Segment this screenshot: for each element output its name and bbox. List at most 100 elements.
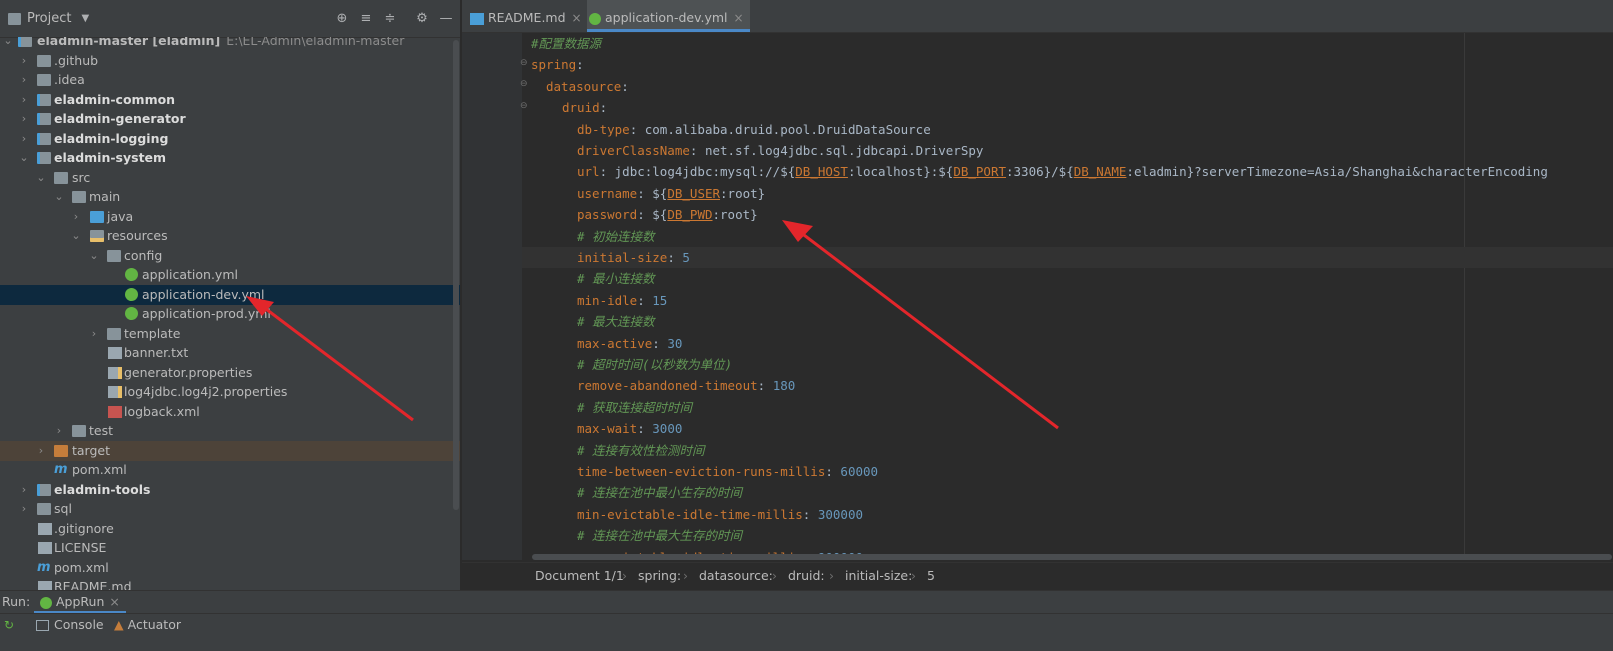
tree-item[interactable]: application-prod.yml [0,304,460,324]
editor-tabs: README.md × application-dev.yml × [462,0,1613,33]
breadcrumb-item[interactable]: initial-size: [845,563,912,589]
chevron-right-icon[interactable]: › [18,129,30,149]
tab-label: application-dev.yml [605,10,728,25]
tab-readme[interactable]: README.md × [470,0,582,32]
tree-item-selected[interactable]: application-dev.yml [0,284,460,305]
tree-item[interactable]: › java [0,207,460,227]
tree-item[interactable]: generator.properties [0,363,460,383]
yaml-number: 3000 [652,421,683,437]
breadcrumb-item[interactable]: spring: [638,563,681,589]
code-line: 12# 最小连接数 [522,268,1613,289]
chevron-right-icon[interactable]: › [70,207,82,227]
tree-item[interactable]: ⌄ resources [0,226,460,246]
breadcrumb-item[interactable]: Document 1/1 [535,563,624,589]
tree-item[interactable]: ⌄ eladmin-system [0,148,460,168]
yaml-number: 5 [682,250,690,265]
tree-item[interactable]: m pom.xml [0,460,460,480]
module-folder-icon [37,113,51,125]
tree-item[interactable]: › .github [0,51,460,71]
gear-icon[interactable]: ⚙ [414,10,430,26]
env-variable: DB_HOST [795,164,848,180]
tab-actuator[interactable]: ▲ Actuator [114,617,181,632]
locate-icon[interactable]: ⊕ [334,10,350,26]
tree-item-label: log4jdbc.log4j2.properties [124,384,288,399]
run-config-tab[interactable]: AppRun × [34,591,126,613]
tree-item-label: resources [107,228,168,243]
tree-item[interactable]: application.yml [0,265,460,285]
env-variable: DB_PWD [667,207,713,223]
tree-item[interactable]: log4jdbc.log4j2.properties [0,382,460,402]
chevron-right-icon[interactable]: › [18,90,30,110]
env-variable: DB_PORT [953,164,1006,180]
yaml-number: 15 [652,292,668,308]
yaml-key: initial-size [577,250,668,265]
tree-item[interactable]: banner.txt [0,343,460,363]
tree-item[interactable]: › sql [0,499,460,519]
rerun-icon[interactable]: ↻ [4,618,14,632]
expand-all-icon[interactable]: ≡ [358,10,374,26]
chevron-down-icon[interactable]: ⌄ [53,187,65,207]
tree-item[interactable]: ⌄ src [0,168,460,188]
yaml-key: remove-abandoned-timeout [577,378,758,394]
tree-item[interactable]: › test [0,421,460,441]
tab-console[interactable]: Console [36,617,104,632]
tree-item[interactable]: ⌄ main [0,187,460,207]
code-area[interactable]: 1#配置数据源 2spring: 3datasource: 4druid: 5d… [522,33,1613,560]
breadcrumb-item[interactable]: 5 [927,563,935,589]
chevron-right-icon: › [772,568,777,583]
chevron-down-icon[interactable]: ▼ [81,13,89,24]
tab-application-dev[interactable]: application-dev.yml × [587,0,750,32]
yaml-number: 30 [667,335,683,351]
breadcrumb-item[interactable]: druid: [788,563,825,589]
chevron-right-icon[interactable]: › [18,70,30,90]
chevron-down-icon[interactable]: ⌄ [88,246,100,266]
project-scrollbar[interactable] [453,40,459,510]
chevron-down-icon[interactable]: ⌄ [18,148,30,168]
chevron-right-icon[interactable]: › [35,441,47,461]
tree-item[interactable]: logback.xml [0,402,460,422]
project-view-selector[interactable]: Project [27,11,71,26]
tree-item-root[interactable]: ⌄ eladmin-master [eladmin] E:\EL-Admin\el… [0,37,460,51]
tree-item-label: application-dev.yml [142,286,265,302]
chevron-right-icon[interactable]: › [18,51,30,71]
chevron-down-icon[interactable]: ⌄ [2,37,14,51]
chevron-right-icon[interactable]: › [18,109,30,129]
tree-item[interactable]: › .idea [0,70,460,90]
tree-item[interactable]: .gitignore [0,519,460,539]
chevron-right-icon: › [911,568,916,583]
tree-item[interactable]: ⌄ config [0,246,460,266]
tree-item[interactable]: › eladmin-generator [0,109,460,129]
tree-item[interactable]: › eladmin-common [0,90,460,110]
tree-item[interactable]: › target [0,440,460,461]
yaml-key: url [577,164,600,180]
chevron-right-icon[interactable]: › [88,324,100,344]
spring-boot-icon [40,596,52,609]
chevron-right-icon[interactable]: › [18,480,30,500]
collapse-all-icon[interactable]: ≑ [382,10,398,26]
minimize-icon[interactable]: — [438,10,454,26]
breadcrumb-item[interactable]: datasource: [699,563,773,589]
project-tree: ⌄ eladmin-master [eladmin] E:\EL-Admin\el… [0,37,460,602]
editor-horizontal-scrollbar[interactable] [532,554,1612,560]
chevron-right-icon: › [622,568,627,583]
tree-item[interactable]: › template [0,324,460,344]
chevron-down-icon[interactable]: ⌄ [35,168,47,188]
close-icon[interactable]: × [109,594,119,609]
chevron-right-icon[interactable]: › [18,499,30,519]
tab-label: Actuator [127,617,182,632]
text-file-icon [108,347,122,359]
chevron-right-icon[interactable]: › [53,421,65,441]
folder-icon [107,249,121,262]
tree-item[interactable]: › eladmin-logging [0,129,460,149]
chevron-down-icon[interactable]: ⌄ [70,226,82,246]
tree-item[interactable]: › eladmin-tools [0,480,460,500]
code-line: 16# 超时时间(以秒数为单位) [522,354,1613,375]
code-line: 1#配置数据源 [522,33,1613,54]
tree-item[interactable]: LICENSE [0,538,460,558]
module-folder-icon [37,132,51,145]
code-line: 6driverClassName: net.sf.log4jdbc.sql.jd… [577,143,984,158]
tree-item[interactable]: m pom.xml [0,558,460,578]
close-icon[interactable]: × [734,11,744,25]
code-comment: # 连接在池中最小生存的时间 [577,485,743,501]
close-icon[interactable]: × [572,11,582,25]
